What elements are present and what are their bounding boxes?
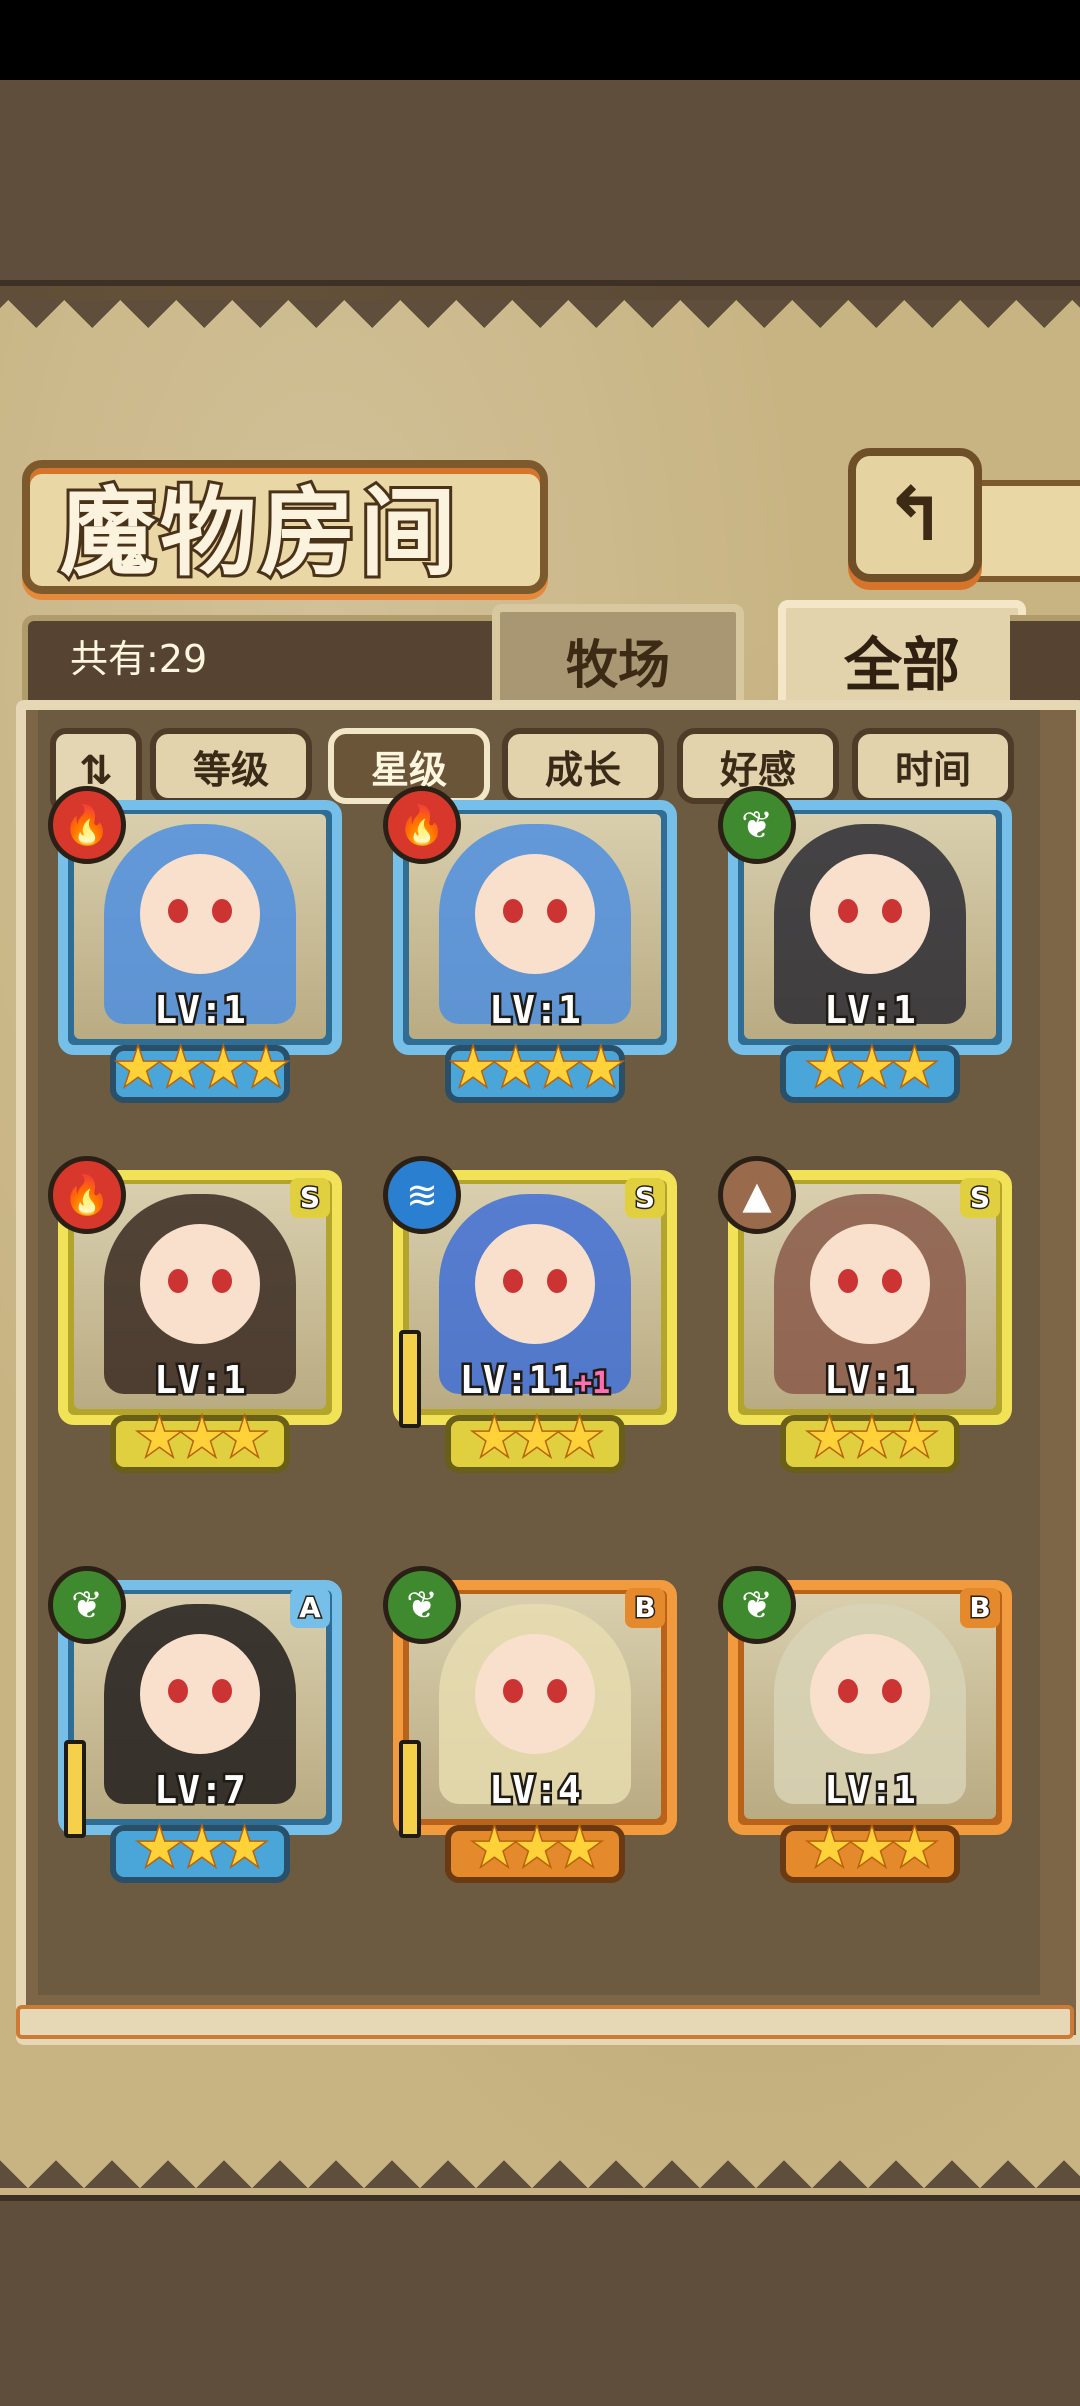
portrait-eye bbox=[547, 1679, 567, 1703]
monster-level: LV:1 bbox=[822, 1766, 919, 1815]
star-rating: ★★★★ bbox=[448, 1037, 625, 1100]
portrait-eye bbox=[168, 1679, 188, 1703]
monster-card[interactable]: LV:1 ★★★ S 🔥 bbox=[48, 1156, 350, 1475]
star-rating: ★★★ bbox=[135, 1817, 270, 1880]
portrait-face bbox=[140, 854, 260, 974]
portrait-eye bbox=[882, 899, 902, 923]
level-bonus: +1 bbox=[572, 1364, 613, 1404]
monster-level: LV:1 bbox=[152, 1356, 249, 1405]
monster-level: LV:1 bbox=[822, 1356, 919, 1405]
sort-level-button[interactable]: 等级 bbox=[150, 728, 312, 804]
portrait-eye bbox=[212, 1679, 232, 1703]
monster-level: LV:1 bbox=[152, 986, 249, 1035]
monster-card[interactable]: LV:4 ★★★ B ❦ bbox=[383, 1566, 685, 1885]
leaf-icon: ❦ bbox=[718, 1566, 796, 1644]
bottom-map-band bbox=[0, 2195, 1080, 2406]
monster-level: LV:11+1 bbox=[457, 1356, 613, 1405]
sword-icon bbox=[389, 1740, 421, 1840]
portrait-face bbox=[810, 1224, 930, 1344]
monster-card[interactable]: LV:1 ★★★ S ▲ bbox=[718, 1156, 1020, 1475]
portrait-eye bbox=[503, 1679, 523, 1703]
leaf-icon: ❦ bbox=[718, 786, 796, 864]
portrait-face bbox=[475, 1224, 595, 1344]
sort-growth-button[interactable]: 成长 bbox=[502, 728, 664, 804]
sword-icon bbox=[389, 1330, 421, 1430]
monster-count: 共有:29 bbox=[70, 637, 208, 681]
fire-icon: 🔥 bbox=[48, 786, 126, 864]
sword-icon bbox=[54, 1740, 86, 1840]
page-title: 魔物房间 bbox=[57, 473, 460, 592]
portrait-face bbox=[475, 1634, 595, 1754]
grade-badge: S bbox=[960, 1178, 1000, 1218]
star-rating: ★★★ bbox=[805, 1817, 940, 1880]
star-rating: ★★★ bbox=[470, 1817, 605, 1880]
portrait-face bbox=[810, 1634, 930, 1754]
portrait-eye bbox=[503, 899, 523, 923]
back-arrow-icon: ↰ bbox=[883, 472, 946, 558]
water-icon: ≋ bbox=[383, 1156, 461, 1234]
monster-level: LV:7 bbox=[152, 1766, 249, 1815]
star-rating: ★★★★ bbox=[113, 1037, 290, 1100]
monster-level: LV:1 bbox=[822, 986, 919, 1035]
monster-card[interactable]: LV:1 ★★★ ❦ bbox=[718, 786, 1020, 1105]
monster-level: LV:4 bbox=[487, 1766, 584, 1815]
grade-badge: S bbox=[290, 1178, 330, 1218]
monster-level: LV:1 bbox=[487, 986, 584, 1035]
monster-card[interactable]: LV:1 ★★★ B ❦ bbox=[718, 1566, 1020, 1885]
portrait-eye bbox=[882, 1269, 902, 1293]
portrait-eye bbox=[838, 899, 858, 923]
mountain-icon: ▲ bbox=[718, 1156, 796, 1234]
portrait-eye bbox=[838, 1269, 858, 1293]
zigzag-border-top bbox=[0, 300, 1080, 340]
sort-time-button[interactable]: 时间 bbox=[852, 728, 1014, 804]
fire-icon: 🔥 bbox=[383, 786, 461, 864]
leaf-icon: ❦ bbox=[383, 1566, 461, 1644]
portrait-face bbox=[140, 1224, 260, 1344]
star-rating: ★★★ bbox=[135, 1407, 270, 1470]
star-rating: ★★★ bbox=[805, 1407, 940, 1470]
portrait-eye bbox=[547, 899, 567, 923]
grade-badge: S bbox=[625, 1178, 665, 1218]
status-bar bbox=[0, 0, 1080, 80]
portrait-eye bbox=[547, 1269, 567, 1293]
grade-badge: B bbox=[625, 1588, 665, 1628]
portrait-eye bbox=[168, 899, 188, 923]
portrait-face bbox=[810, 854, 930, 974]
grade-badge: B bbox=[960, 1588, 1000, 1628]
portrait-face bbox=[475, 854, 595, 974]
monster-card[interactable]: LV:11+1 ★★★ S ≋ bbox=[383, 1156, 685, 1475]
monster-card[interactable]: LV:1 ★★★★ 🔥 bbox=[48, 786, 350, 1105]
panel-footer-bar bbox=[16, 2005, 1074, 2039]
portrait-eye bbox=[212, 1269, 232, 1293]
zigzag-border-bottom bbox=[0, 2160, 1080, 2200]
monster-card[interactable]: LV:1 ★★★★ 🔥 bbox=[383, 786, 685, 1105]
top-map-band bbox=[0, 80, 1080, 286]
leaf-icon: ❦ bbox=[48, 1566, 126, 1644]
monster-card[interactable]: LV:7 ★★★ A ❦ bbox=[48, 1566, 350, 1885]
grade-badge: A bbox=[290, 1588, 330, 1628]
star-rating: ★★★ bbox=[470, 1407, 605, 1470]
portrait-face bbox=[140, 1634, 260, 1754]
portrait-eye bbox=[838, 1679, 858, 1703]
portrait-eye bbox=[882, 1679, 902, 1703]
star-rating: ★★★ bbox=[805, 1037, 940, 1100]
portrait-eye bbox=[212, 899, 232, 923]
portrait-eye bbox=[168, 1269, 188, 1293]
fire-icon: 🔥 bbox=[48, 1156, 126, 1234]
tab-bar-end bbox=[1010, 615, 1080, 709]
portrait-eye bbox=[503, 1269, 523, 1293]
back-button[interactable]: ↰ bbox=[848, 448, 982, 582]
